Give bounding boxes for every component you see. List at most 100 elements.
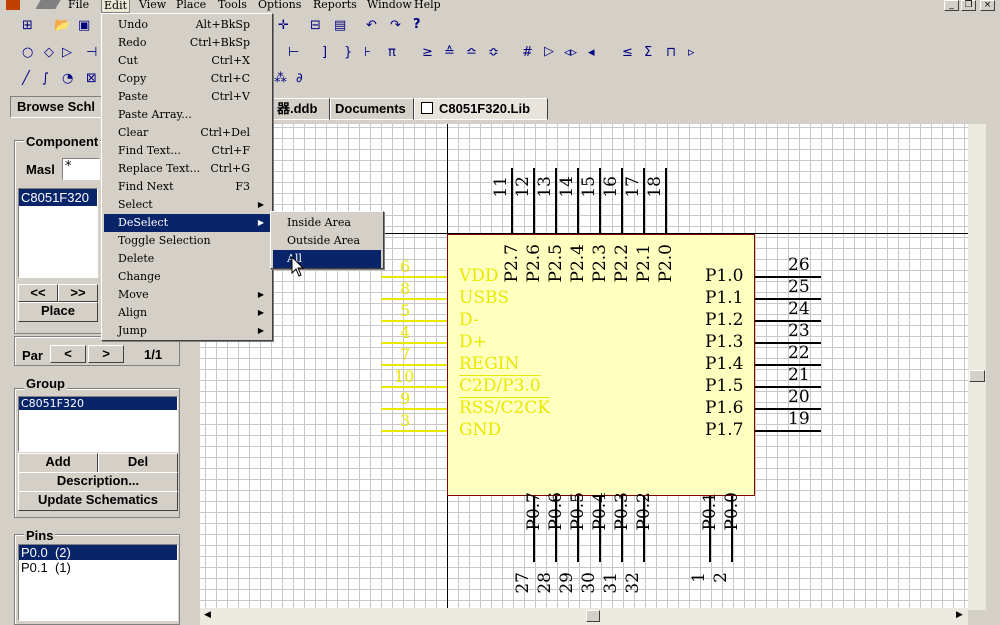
- menu-item-outside-area[interactable]: Outside Area: [273, 232, 381, 250]
- menu-item-copy[interactable]: Copy Ctrl+C: [104, 70, 270, 88]
- menu-item-undo[interactable]: Undo Alt+BkSp: [104, 16, 270, 34]
- del-button[interactable]: Del: [98, 453, 178, 473]
- brace-icon[interactable]: }: [344, 46, 352, 60]
- menu-item-clear[interactable]: Clear Ctrl+Del: [104, 124, 270, 142]
- save-icon[interactable]: ▣: [78, 19, 90, 33]
- hash-icon[interactable]: #: [522, 46, 533, 60]
- pin-line-deselected[interactable]: [381, 386, 447, 388]
- add-button[interactable]: Add: [18, 453, 98, 473]
- pin-line[interactable]: [755, 430, 821, 432]
- arc-icon[interactable]: ◔: [62, 72, 73, 86]
- left-arrow-icon[interactable]: ◂: [588, 46, 595, 60]
- menu-item-find-text[interactable]: Find Text... Ctrl+F: [104, 142, 270, 160]
- undo-icon[interactable]: ↶: [366, 19, 377, 33]
- array-icon[interactable]: ⁂: [274, 72, 287, 86]
- le-icon[interactable]: ≤: [622, 46, 633, 60]
- horizontal-scroll-thumb[interactable]: [586, 610, 600, 622]
- pin-line-deselected[interactable]: [381, 320, 447, 322]
- pin-line-deselected[interactable]: [381, 342, 447, 344]
- symbol-tri-icon[interactable]: ≏: [466, 46, 477, 60]
- component-icon[interactable]: ⊟: [310, 19, 321, 33]
- menu-item-paste-array[interactable]: Paste Array...: [104, 106, 270, 124]
- scroll-right-icon[interactable]: ▶: [956, 610, 963, 620]
- horizontal-scrollbar[interactable]: ◀ ▶: [200, 608, 968, 625]
- menu-item-change[interactable]: Change: [104, 268, 270, 286]
- prev-component-button[interactable]: <<: [18, 284, 58, 302]
- group-list-item[interactable]: C8051F320: [19, 397, 177, 410]
- circle-icon[interactable]: ○: [22, 46, 33, 60]
- menu-item-toggle-selection[interactable]: Toggle Selection: [104, 232, 270, 250]
- menu-window[interactable]: Window: [367, 0, 412, 11]
- diamond-icon[interactable]: ◇: [44, 46, 54, 60]
- menu-help[interactable]: Help: [414, 0, 441, 11]
- description-button[interactable]: Description...: [18, 472, 178, 492]
- crosshair-icon[interactable]: ✛: [278, 19, 289, 33]
- menu-view[interactable]: View: [139, 0, 166, 11]
- menu-item-redo[interactable]: Redo Ctrl+BkSp: [104, 34, 270, 52]
- pin-line-deselected[interactable]: [381, 408, 447, 410]
- bracket-icon[interactable]: ]: [322, 46, 327, 60]
- menu-item-find-next[interactable]: Find Next F3: [104, 178, 270, 196]
- gate-icon[interactable]: ⊣: [86, 46, 97, 60]
- help-icon[interactable]: ?: [413, 18, 421, 32]
- part-next-button[interactable]: >: [88, 345, 124, 363]
- menu-item-inside-area[interactable]: Inside Area: [273, 214, 381, 232]
- close-icon[interactable]: ×: [980, 0, 995, 11]
- vertical-scroll-thumb[interactable]: [969, 370, 985, 382]
- symbol-tri2-icon[interactable]: ≎: [488, 46, 499, 60]
- pins-list-item[interactable]: P0.0 (2): [19, 545, 177, 560]
- part-prev-button[interactable]: <: [50, 345, 86, 363]
- pins-list[interactable]: P0.0 (2) P0.1 (1): [18, 544, 178, 621]
- pin-draw-icon[interactable]: ∂: [296, 72, 303, 86]
- open-icon[interactable]: 📂: [54, 19, 70, 33]
- next-component-button[interactable]: >>: [58, 284, 98, 302]
- pin-line[interactable]: [665, 168, 667, 234]
- menu-item-jump[interactable]: Jump ▶: [104, 322, 270, 340]
- pi-icon[interactable]: π: [388, 46, 396, 60]
- component-list[interactable]: C8051F320: [18, 188, 98, 278]
- place-button[interactable]: Place: [18, 302, 98, 322]
- component-list-item[interactable]: C8051F320: [19, 189, 97, 206]
- menu-item-paste[interactable]: Paste Ctrl+V: [104, 88, 270, 106]
- schematic-canvas[interactable]: 11 12 13 14 15 16 17 18 P2.7 P2.6 P2.5 P…: [200, 124, 968, 610]
- mask-input[interactable]: *: [62, 158, 100, 180]
- sigma-icon[interactable]: Σ: [644, 46, 652, 60]
- tab-ddb[interactable]: 器.ddb: [272, 98, 330, 120]
- pin-line-deselected[interactable]: [381, 430, 447, 432]
- menu-item-replace-text[interactable]: Replace Text... Ctrl+G: [104, 160, 270, 178]
- tree-icon[interactable]: ⊞: [22, 19, 33, 33]
- tab-documents[interactable]: Documents: [330, 98, 414, 120]
- polygon-icon[interactable]: ⊠: [86, 72, 97, 86]
- scroll-left-icon[interactable]: ◀: [204, 610, 211, 620]
- pin-line-deselected[interactable]: [381, 364, 447, 366]
- symbol-eq-icon[interactable]: ≙: [444, 46, 455, 60]
- menu-edit[interactable]: Edit: [101, 0, 131, 13]
- bidir-icon[interactable]: ◃▹: [564, 46, 577, 60]
- pin-line-deselected[interactable]: [381, 276, 447, 278]
- right-arrow-icon[interactable]: ▹: [688, 46, 695, 60]
- group-list[interactable]: C8051F320: [18, 396, 178, 452]
- redo-icon[interactable]: ↷: [390, 19, 401, 33]
- chip-icon[interactable]: ▤: [334, 19, 346, 33]
- menu-item-delete[interactable]: Delete: [104, 250, 270, 268]
- menu-place[interactable]: Place: [176, 0, 206, 11]
- menu-item-all[interactable]: All: [273, 250, 381, 268]
- menu-item-move[interactable]: Move ▶: [104, 286, 270, 304]
- tee-icon[interactable]: ⊦: [364, 46, 371, 60]
- update-schematics-button[interactable]: Update Schematics: [18, 491, 178, 511]
- pins-list-item[interactable]: P0.1 (1): [19, 560, 177, 575]
- folder-icon[interactable]: [35, 0, 61, 9]
- box-icon[interactable]: ⊓: [666, 46, 676, 60]
- app-icon[interactable]: [6, 0, 20, 10]
- buffer-icon[interactable]: ▷: [62, 46, 72, 60]
- line-icon[interactable]: ⊢: [288, 46, 299, 60]
- restore-icon[interactable]: ❐: [961, 0, 976, 11]
- menu-item-select[interactable]: Select ▶: [104, 196, 270, 214]
- menu-item-deselect[interactable]: DeSelect ▶: [104, 214, 270, 232]
- menu-item-cut[interactable]: Cut Ctrl+X: [104, 52, 270, 70]
- line-draw-icon[interactable]: ╱: [22, 72, 30, 86]
- minimize-icon[interactable]: _: [944, 0, 959, 11]
- menu-tools[interactable]: Tools: [218, 0, 247, 11]
- bezier-icon[interactable]: ∫: [42, 72, 49, 86]
- menu-item-align[interactable]: Align ▶: [104, 304, 270, 322]
